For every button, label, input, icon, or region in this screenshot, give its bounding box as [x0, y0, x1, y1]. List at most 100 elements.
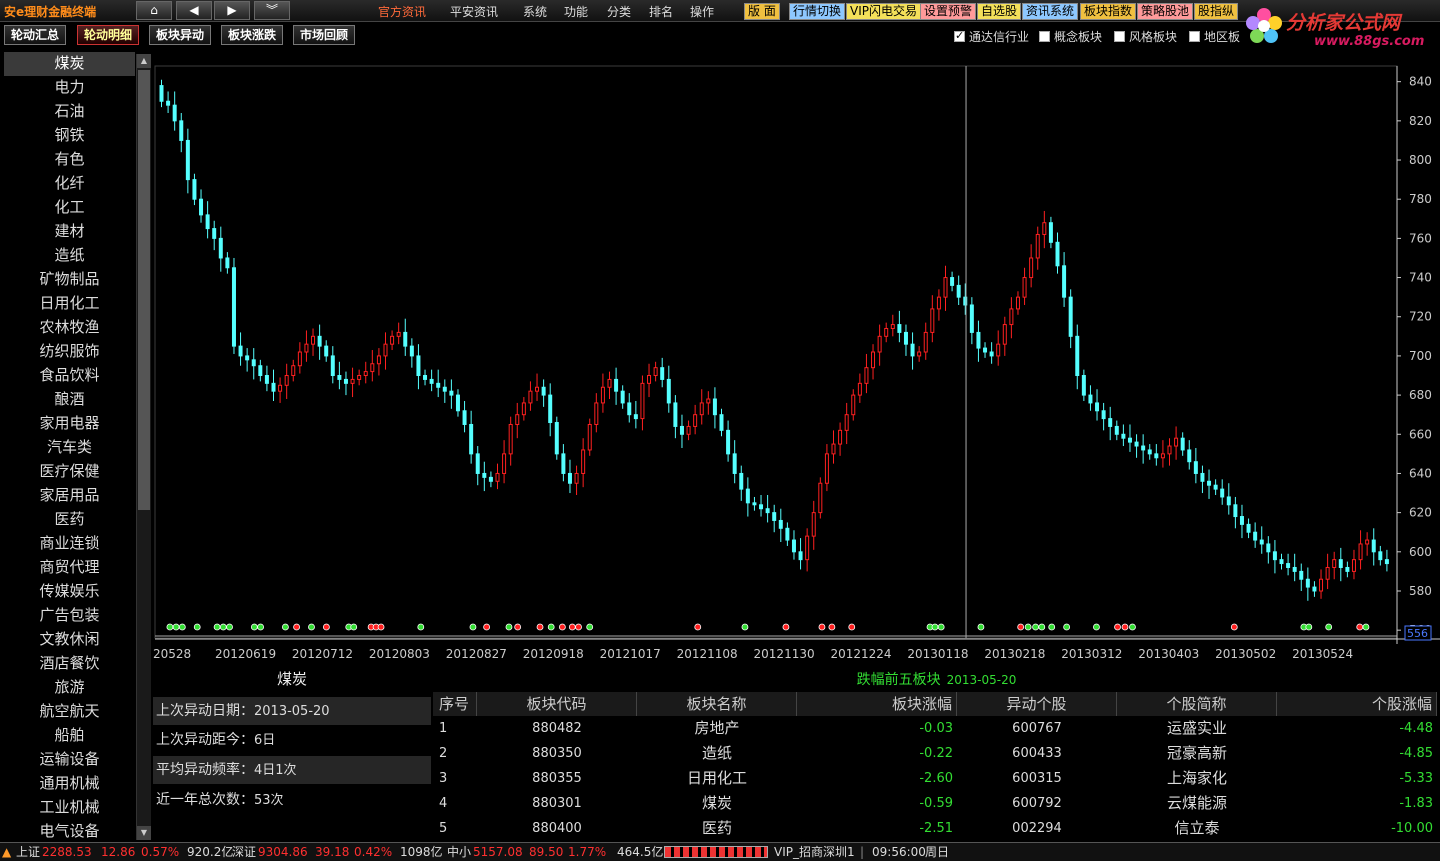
- anomaly-signal-dot[interactable]: [377, 623, 385, 631]
- menu-function[interactable]: 功能: [564, 3, 588, 20]
- toolbar-button-0[interactable]: 版 面: [744, 3, 780, 20]
- anomaly-signal-dot[interactable]: [505, 623, 513, 631]
- sector-item[interactable]: 化工: [4, 196, 135, 220]
- anomaly-signal-dot[interactable]: [1325, 623, 1333, 631]
- anomaly-signal-dot[interactable]: [782, 623, 790, 631]
- expand-button[interactable]: ︾: [254, 1, 290, 20]
- table-header[interactable]: 个股简称: [1117, 692, 1277, 716]
- server-name[interactable]: VIP_招商深圳1: [774, 844, 855, 861]
- anomaly-signal-dot[interactable]: [937, 623, 945, 631]
- sector-item[interactable]: 石油: [4, 100, 135, 124]
- anomaly-signal-dot[interactable]: [1129, 623, 1136, 631]
- table-cell[interactable]: 880350: [477, 741, 637, 766]
- anomaly-signal-dot[interactable]: [1356, 623, 1364, 631]
- anomaly-signal-dot[interactable]: [828, 623, 836, 631]
- table-cell[interactable]: 5: [433, 816, 477, 841]
- filter-concept[interactable]: 概念板块: [1039, 28, 1102, 45]
- menu-ranking[interactable]: 排名: [649, 3, 673, 20]
- sector-index-kline-chart[interactable]: 840 820 800 780 760 740 720 700 680 660 640 620 600 5…: [153, 64, 1440, 664]
- anomaly-signal-dot[interactable]: [166, 623, 174, 631]
- anomaly-signal-dot[interactable]: [469, 623, 477, 631]
- sector-item[interactable]: 化纤: [4, 172, 135, 196]
- table-cell[interactable]: 600315: [957, 766, 1117, 791]
- table-header[interactable]: 异动个股: [957, 692, 1117, 716]
- anomaly-signal-dot[interactable]: [1093, 623, 1100, 631]
- tab-sector-change[interactable]: 板块涨跌: [221, 25, 284, 45]
- anomaly-signal-dot[interactable]: [1230, 623, 1238, 631]
- table-cell[interactable]: 信立泰: [1117, 816, 1277, 841]
- toolbar-button-5[interactable]: 资讯系统: [1022, 3, 1079, 20]
- anomaly-signal-dot[interactable]: [931, 623, 939, 631]
- scroll-thumb[interactable]: [138, 70, 150, 510]
- sector-item[interactable]: 工业机械: [4, 796, 135, 820]
- table-cell[interactable]: 云煤能源: [1117, 791, 1277, 816]
- tab-rotation-summary[interactable]: 轮动汇总: [4, 25, 67, 45]
- sector-item[interactable]: 家用电器: [4, 412, 135, 436]
- table-cell[interactable]: -2.51: [797, 816, 957, 841]
- table-cell[interactable]: 880301: [477, 791, 637, 816]
- filter-style[interactable]: 风格板块: [1114, 28, 1177, 45]
- checkbox-icon[interactable]: [1114, 31, 1125, 42]
- table-cell[interactable]: -0.22: [797, 741, 957, 766]
- sector-item[interactable]: 矿物制品: [4, 268, 135, 292]
- anomaly-signal-dot[interactable]: [1305, 623, 1313, 631]
- sector-item[interactable]: 钢铁: [4, 124, 135, 148]
- table-cell[interactable]: 600433: [957, 741, 1117, 766]
- anomaly-signal-dot[interactable]: [483, 623, 491, 631]
- sector-item[interactable]: 医疗保健: [4, 460, 135, 484]
- sector-item[interactable]: 电气设备: [4, 820, 135, 844]
- checkbox-icon[interactable]: [1189, 31, 1200, 42]
- anomaly-signal-dot[interactable]: [568, 623, 576, 631]
- filter-region[interactable]: 地区板: [1189, 28, 1240, 45]
- anomaly-signal-dot[interactable]: [547, 623, 555, 631]
- tab-sector-anomaly[interactable]: 板块异动: [149, 25, 212, 45]
- sector-item[interactable]: 运输设备: [4, 748, 135, 772]
- anomaly-signal-dot[interactable]: [1038, 623, 1046, 631]
- table-header[interactable]: 个股涨幅: [1277, 692, 1437, 716]
- table-cell[interactable]: 1: [433, 716, 477, 741]
- table-cell[interactable]: 3: [433, 766, 477, 791]
- sector-item[interactable]: 家居用品: [4, 484, 135, 508]
- anomaly-signal-dot[interactable]: [250, 623, 258, 631]
- anomaly-signal-dot[interactable]: [293, 623, 300, 631]
- checkbox-checked-icon[interactable]: [954, 29, 965, 42]
- table-header[interactable]: 板块代码: [477, 692, 637, 716]
- sector-item[interactable]: 传媒娱乐: [4, 580, 135, 604]
- table-cell[interactable]: 4: [433, 791, 477, 816]
- sector-item[interactable]: 旅游: [4, 676, 135, 700]
- table-cell[interactable]: 煤炭: [637, 791, 797, 816]
- table-cell[interactable]: 上海家化: [1117, 766, 1277, 791]
- sector-item[interactable]: 医药: [4, 508, 135, 532]
- table-cell[interactable]: -0.03: [797, 716, 957, 741]
- tab-market-review[interactable]: 市场回顾: [293, 25, 356, 45]
- anomaly-signal-dot[interactable]: [1048, 623, 1056, 631]
- table-header[interactable]: 板块涨幅: [797, 692, 957, 716]
- anomaly-signal-dot[interactable]: [848, 623, 856, 631]
- anomaly-signal-dot[interactable]: [586, 623, 594, 631]
- table-cell[interactable]: 造纸: [637, 741, 797, 766]
- anomaly-signal-dot[interactable]: [977, 623, 985, 631]
- anomaly-signal-dot[interactable]: [1063, 623, 1071, 631]
- sector-item[interactable]: 纺织服饰: [4, 340, 135, 364]
- sector-item[interactable]: 酿酒: [4, 388, 135, 412]
- table-cell[interactable]: 房地产: [637, 716, 797, 741]
- scroll-up-icon[interactable]: ▲: [137, 54, 151, 68]
- forward-button[interactable]: ▶: [214, 1, 250, 20]
- filter-tdx-industry[interactable]: 通达信行业: [954, 28, 1029, 45]
- sector-item[interactable]: 通用机械: [4, 772, 135, 796]
- anomaly-signal-dot[interactable]: [172, 623, 180, 631]
- anomaly-signal-dot[interactable]: [417, 623, 425, 631]
- menu-system[interactable]: 系统: [523, 3, 547, 20]
- back-button[interactable]: ◀: [176, 1, 212, 20]
- anomaly-signal-dot[interactable]: [1114, 623, 1121, 631]
- table-cell[interactable]: 运盛实业: [1117, 716, 1277, 741]
- table-cell[interactable]: 冠豪高新: [1117, 741, 1277, 766]
- sector-item[interactable]: 商贸代理: [4, 556, 135, 580]
- menu-operation[interactable]: 操作: [690, 3, 714, 20]
- anomaly-signal-dot[interactable]: [536, 623, 544, 631]
- table-cell[interactable]: -4.48: [1277, 716, 1437, 741]
- toolbar-button-7[interactable]: 策略股池: [1137, 3, 1194, 20]
- sector-item[interactable]: 农林牧渔: [4, 316, 135, 340]
- table-cell[interactable]: -2.60: [797, 766, 957, 791]
- table-cell[interactable]: 2: [433, 741, 477, 766]
